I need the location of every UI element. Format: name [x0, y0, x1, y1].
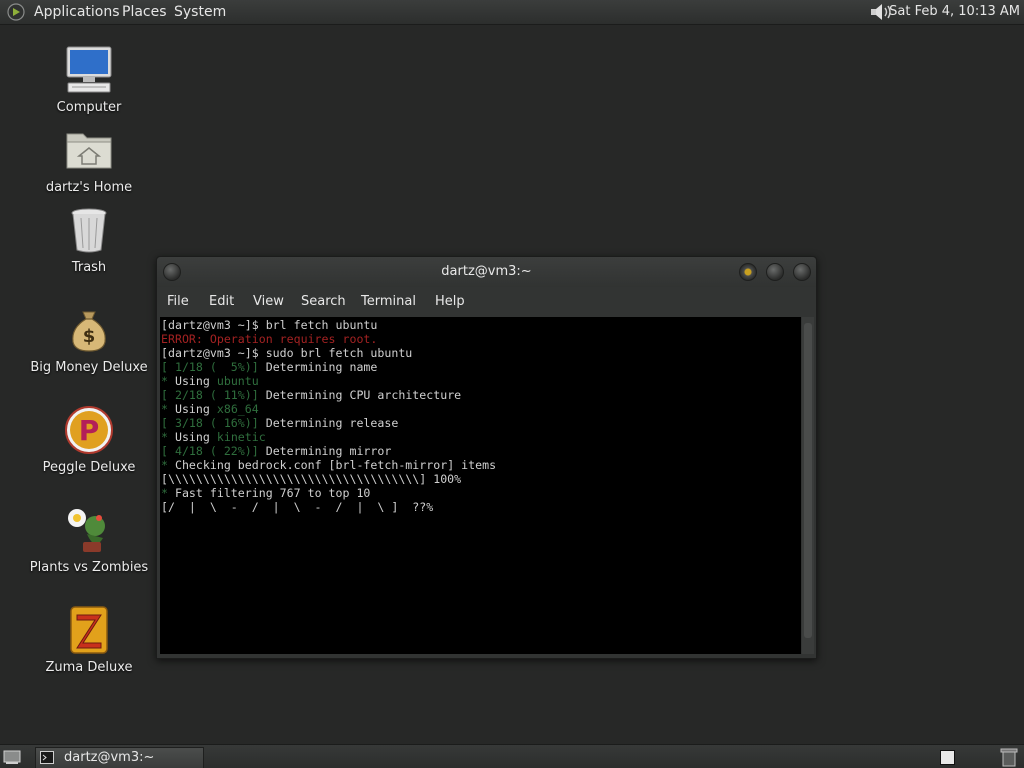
menu-terminal[interactable]: Terminal	[361, 294, 416, 309]
menu-file[interactable]: File	[167, 294, 189, 309]
window-minimize-button[interactable]	[766, 263, 784, 281]
terminal-text-segment: [dartz@vm3 ~]$ sudo brl fetch ubuntu	[161, 346, 413, 360]
scrollbar-thumb[interactable]	[804, 323, 812, 638]
home-folder-icon	[66, 133, 112, 169]
svg-text:$: $	[83, 326, 96, 347]
desktop-icon-label: Zuma Deluxe	[45, 660, 133, 675]
terminal-text-segment: x86_64	[216, 402, 259, 416]
terminal-line: [ 2/18 ( 11%)] Determining CPU architect…	[161, 388, 496, 402]
window-maximize-button[interactable]	[793, 263, 811, 281]
desktop-icon-label: dartz's Home	[45, 180, 133, 195]
terminal-text-segment: *	[161, 430, 175, 444]
peggle-icon: P	[65, 406, 113, 454]
terminal-lines: [dartz@vm3 ~]$ brl fetch ubuntu ERROR: Op…	[161, 318, 496, 514]
plants-vs-zombies-icon	[68, 509, 105, 552]
terminal-text-segment: *	[161, 458, 175, 472]
terminal-text-segment: Checking bedrock.conf [brl-fetch-mirror]…	[174, 458, 497, 472]
terminal-line: [dartz@vm3 ~]$ brl fetch ubuntu	[161, 318, 496, 332]
computer-icon	[66, 46, 112, 93]
desktop-icon-label: Big Money Deluxe	[30, 360, 148, 375]
menu-view[interactable]: View	[253, 294, 284, 309]
terminal-menubar: File Edit View Search Terminal Help	[157, 287, 816, 315]
terminal-line: * Using x86_64	[161, 402, 496, 416]
desktop-icon-label: Plants vs Zombies	[29, 560, 149, 575]
terminal-output[interactable]: [dartz@vm3 ~]$ brl fetch ubuntu ERROR: Op…	[160, 317, 801, 654]
gnome-foot-icon[interactable]	[7, 3, 25, 21]
terminal-window[interactable]: dartz@vm3:~ File Edit View Search Termin…	[156, 256, 817, 659]
terminal-text-segment: [ 3/18 ( 16%)]	[161, 416, 259, 430]
terminal-text-segment: [dartz@vm3 ~]$ brl fetch ubuntu	[161, 318, 378, 332]
window-sticky-button[interactable]	[739, 263, 757, 281]
terminal-line: [/ | \ - / | \ - / | \ ] ??%	[161, 500, 496, 514]
terminal-line: * Checking bedrock.conf [brl-fetch-mirro…	[161, 458, 496, 472]
trash-icon	[71, 208, 107, 253]
svg-text:P: P	[79, 414, 100, 447]
terminal-text-segment: *	[161, 486, 175, 500]
terminal-line: * Using kinetic	[161, 430, 496, 444]
terminal-line: [ 1/18 ( 5%)] Determining name	[161, 360, 496, 374]
desktop-icon-peggle[interactable]: P Peggle Deluxe	[24, 404, 154, 475]
terminal-text-segment: [ 2/18 ( 11%)]	[161, 388, 259, 402]
terminal-text-segment: ubuntu	[216, 374, 259, 388]
terminal-text-segment: *	[161, 374, 175, 388]
window-title: dartz@vm3:~	[441, 264, 532, 279]
terminal-line: [dartz@vm3 ~]$ sudo brl fetch ubuntu	[161, 346, 496, 360]
places-menu[interactable]: Places	[122, 0, 167, 24]
show-desktop-icon[interactable]	[3, 748, 21, 766]
terminal-text-segment: Determining mirror	[258, 444, 392, 458]
window-titlebar[interactable]: dartz@vm3:~	[157, 257, 816, 287]
terminal-line: ERROR: Operation requires root.	[161, 332, 496, 346]
menu-edit[interactable]: Edit	[209, 294, 234, 309]
menu-search[interactable]: Search	[301, 294, 346, 309]
terminal-text-segment: [\\\\\\\\\\\\\\\\\\\\\\\\\\\\\\\\\\\\] 1…	[161, 472, 462, 486]
terminal-text-segment: Determining CPU architecture	[258, 388, 462, 402]
system-menu[interactable]: System	[174, 0, 226, 24]
terminal-text-segment: Using	[174, 402, 217, 416]
desktop-icon-big-money[interactable]: $ Big Money Deluxe	[24, 304, 154, 375]
terminal-text-segment: Fast filtering 767 to top 10	[174, 486, 371, 500]
clock[interactable]: Sat Feb 4, 10:13 AM	[889, 0, 1020, 24]
terminal-text-segment: [ 1/18 ( 5%)]	[161, 360, 259, 374]
applications-menu[interactable]: Applications	[34, 0, 120, 24]
terminal-line: * Fast filtering 767 to top 10	[161, 486, 496, 500]
terminal-text-segment: kinetic	[216, 430, 266, 444]
terminal-text-segment: Using	[174, 430, 217, 444]
terminal-text-segment: Using	[174, 374, 217, 388]
desktop-icon-label: Computer	[56, 100, 122, 115]
terminal-icon	[40, 751, 54, 764]
desktop-icon-home[interactable]: dartz's Home	[24, 124, 154, 195]
workspace-switcher[interactable]	[940, 750, 955, 765]
menu-help[interactable]: Help	[435, 294, 465, 309]
desktop-icon-trash[interactable]: Trash	[24, 204, 154, 275]
top-panel: Applications Places System Sat Feb 4, 10…	[0, 0, 1024, 25]
desktop-icon-zuma[interactable]: Zuma Deluxe	[24, 604, 154, 675]
money-bag-icon: $	[72, 311, 106, 352]
terminal-text-segment: ERROR: Operation requires root.	[161, 332, 378, 346]
terminal-line: [\\\\\\\\\\\\\\\\\\\\\\\\\\\\\\\\\\\\] 1…	[161, 472, 496, 486]
terminal-text-segment: [ 4/18 ( 22%)]	[161, 444, 259, 458]
desktop-icon-computer[interactable]: Computer	[24, 44, 154, 115]
trash-applet-icon[interactable]	[1000, 747, 1018, 767]
zuma-icon	[70, 606, 108, 654]
taskbar-item-terminal[interactable]: dartz@vm3:~	[35, 747, 204, 768]
terminal-text-segment: Determining name	[258, 360, 378, 374]
terminal-text-segment: [/ | \ - / | \ - / | \ ] ??%	[161, 500, 434, 514]
terminal-scrollbar[interactable]	[802, 317, 814, 654]
terminal-line: [ 4/18 ( 22%)] Determining mirror	[161, 444, 496, 458]
terminal-line: * Using ubuntu	[161, 374, 496, 388]
terminal-text-segment: *	[161, 402, 175, 416]
bottom-panel: dartz@vm3:~	[0, 744, 1024, 768]
terminal-text-segment: Determining release	[258, 416, 399, 430]
desktop-icon-label: Trash	[71, 260, 107, 275]
desktop-icon-plants-vs-zombies[interactable]: Plants vs Zombies	[24, 504, 154, 575]
desktop-icon-label: Peggle Deluxe	[42, 460, 136, 475]
terminal-line: [ 3/18 ( 16%)] Determining release	[161, 416, 496, 430]
taskbar-item-label: dartz@vm3:~	[64, 750, 155, 765]
